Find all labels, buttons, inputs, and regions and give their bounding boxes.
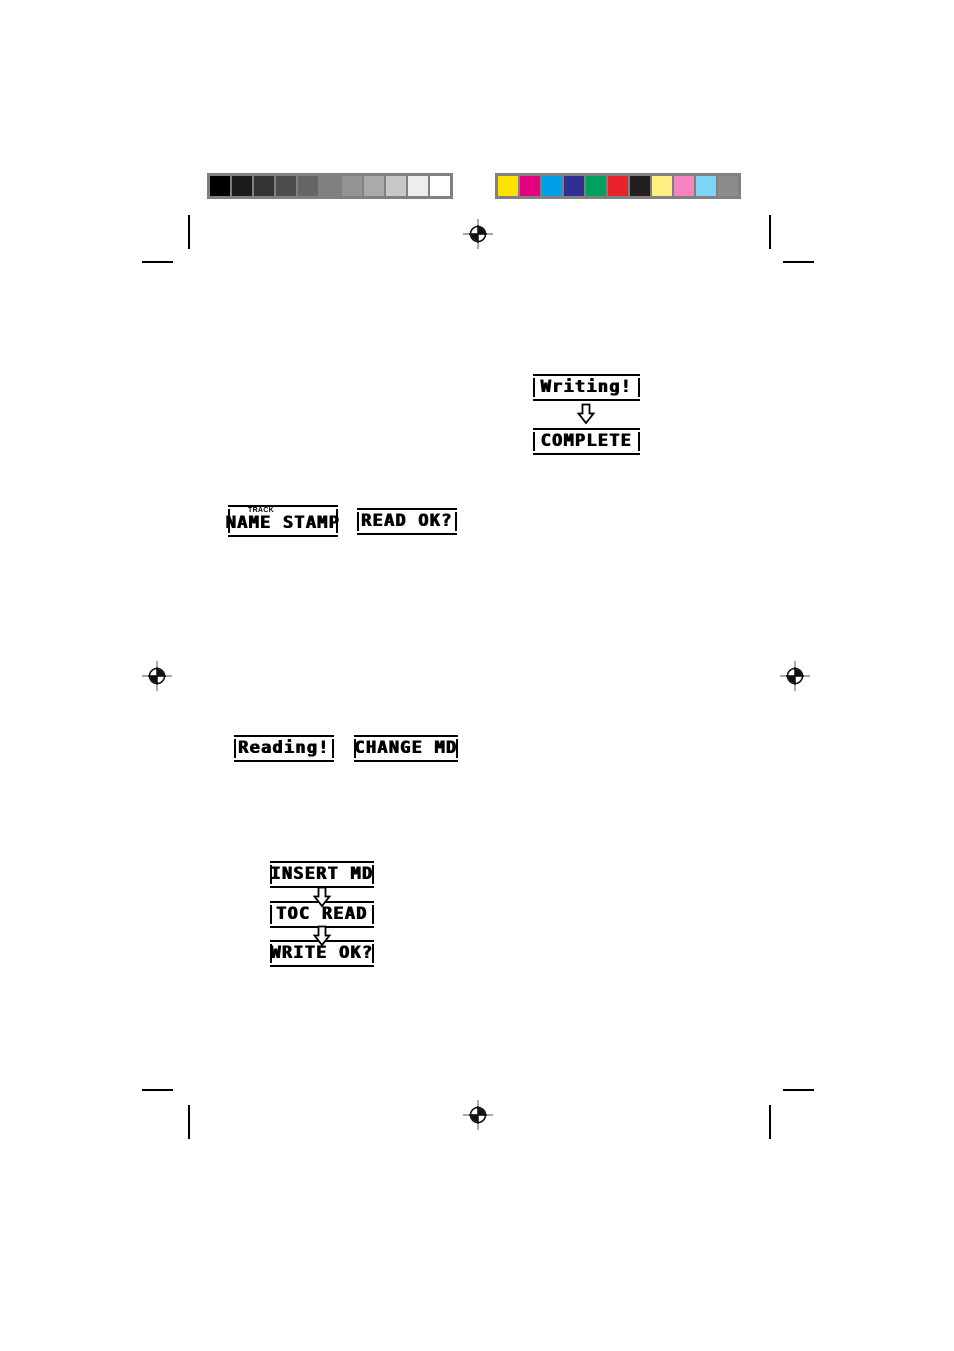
color-swatch-6 — [630, 176, 650, 196]
color-swatch-0 — [498, 176, 518, 196]
registration-mark-right — [780, 661, 810, 691]
lcd-read-ok-text: READ OK? — [361, 511, 453, 531]
color-swatch-10 — [718, 176, 738, 196]
color-swatch-1 — [520, 176, 540, 196]
color-swatch-9 — [696, 176, 716, 196]
lcd-change-md-screen: CHANGE MD — [355, 737, 457, 760]
lcd-name-stamp: TRACK NAME STAMP — [226, 505, 339, 537]
grayscale-swatch-4 — [298, 176, 318, 196]
lcd-write-ok-text: WRITE OK? — [270, 943, 374, 963]
grayscale-swatch-8 — [386, 176, 406, 196]
lcd-writing: Writing! — [533, 374, 640, 401]
lcd-reading: Reading! — [234, 735, 334, 762]
grayscale-swatch-3 — [276, 176, 296, 196]
crop-mark-top-right-vertical — [769, 215, 771, 249]
lcd-reading-text: Reading! — [238, 738, 330, 758]
color-swatch-5 — [608, 176, 628, 196]
lcd-writing-screen: Writing! — [537, 376, 636, 399]
registration-mark-bottom — [463, 1100, 493, 1130]
color-calibration-bar — [495, 173, 741, 199]
color-swatch-2 — [542, 176, 562, 196]
crop-mark-bottom-right-vertical — [769, 1105, 771, 1139]
grayscale-swatch-10 — [430, 176, 450, 196]
flow-arrow-writing-to-complete — [575, 403, 597, 425]
flow-arrow-toc-to-write — [311, 925, 333, 947]
grayscale-swatch-2 — [254, 176, 274, 196]
lcd-insert-md: INSERT MD — [270, 861, 374, 888]
lcd-name-stamp-screen: TRACK NAME STAMP — [226, 507, 339, 535]
lcd-name-stamp-text-row: NAME STAMP — [226, 515, 339, 532]
lcd-reading-screen: Reading! — [238, 737, 330, 760]
color-swatch-4 — [586, 176, 606, 196]
grayscale-swatch-0 — [210, 176, 230, 196]
lcd-complete-screen: COMPLETE — [537, 430, 636, 453]
crop-mark-top-right-horizontal — [783, 261, 814, 263]
color-swatch-3 — [564, 176, 584, 196]
grayscale-swatch-9 — [408, 176, 428, 196]
grayscale-swatch-6 — [342, 176, 362, 196]
color-swatch-7 — [652, 176, 672, 196]
lcd-insert-md-screen: INSERT MD — [271, 863, 373, 886]
crop-mark-top-left-horizontal — [142, 261, 173, 263]
crop-mark-bottom-left-horizontal — [142, 1089, 173, 1091]
registration-mark-top — [463, 219, 493, 249]
crop-mark-bottom-right-horizontal — [783, 1089, 814, 1091]
grayscale-calibration-bar — [207, 173, 453, 199]
flow-arrow-insert-to-toc — [311, 886, 333, 908]
lcd-toc-read-text: TOC READ — [276, 904, 368, 924]
crop-mark-top-left-vertical — [188, 215, 190, 249]
lcd-complete-text: COMPLETE — [540, 431, 633, 451]
lcd-read-ok-screen: READ OK? — [361, 510, 453, 533]
lcd-change-md: CHANGE MD — [354, 735, 458, 762]
lcd-read-ok: READ OK? — [357, 508, 457, 535]
grayscale-swatch-1 — [232, 176, 252, 196]
grayscale-swatch-5 — [320, 176, 340, 196]
lcd-insert-md-text: INSERT MD — [270, 864, 374, 884]
scanned-manual-page: Writing! COMPLETE TRACK NAME STAMP READ OK? R… — [0, 0, 954, 1351]
color-swatch-8 — [674, 176, 694, 196]
crop-mark-bottom-left-vertical — [188, 1105, 190, 1139]
lcd-complete: COMPLETE — [533, 428, 640, 455]
lcd-writing-text: Writing! — [540, 377, 633, 397]
lcd-change-md-text: CHANGE MD — [354, 738, 458, 758]
lcd-name-stamp-text: NAME STAMP — [225, 513, 341, 533]
grayscale-swatch-7 — [364, 176, 384, 196]
registration-mark-left — [142, 661, 172, 691]
